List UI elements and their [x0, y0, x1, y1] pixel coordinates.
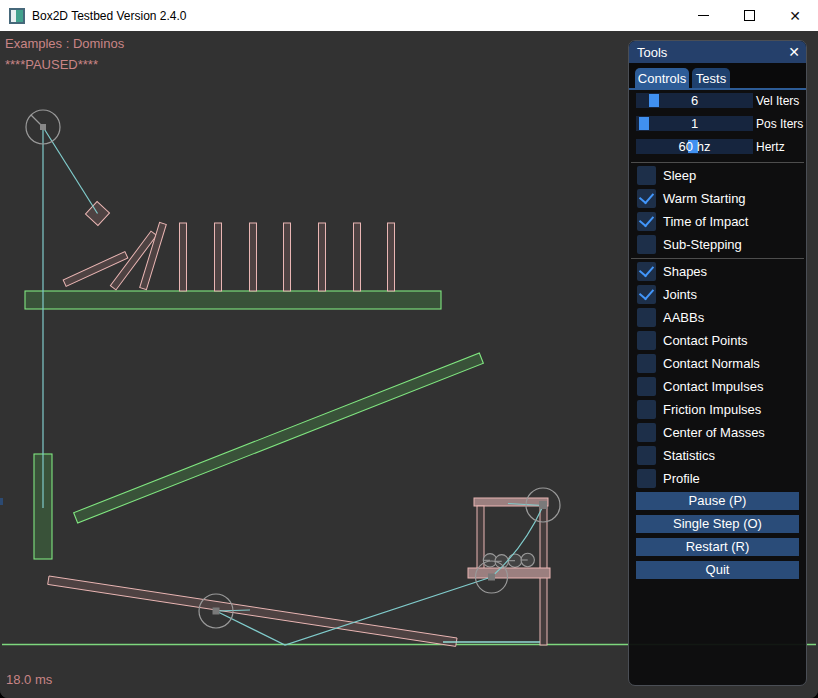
app-icon: [9, 8, 25, 24]
joint-lines: [43, 127, 543, 645]
checkbox-label: Contact Points: [663, 331, 748, 350]
checkbox[interactable]: [637, 354, 656, 373]
separator: [631, 162, 804, 163]
check-icon: [639, 189, 654, 205]
window-titlebar: Box2D Testbed Version 2.4.0 ✕: [0, 0, 818, 31]
checkbox-label: Joints: [663, 285, 697, 304]
checkbox[interactable]: [637, 235, 656, 254]
separator: [631, 258, 804, 259]
checkbox-label: Profile: [663, 469, 700, 488]
checkbox[interactable]: [637, 166, 656, 185]
checkbox[interactable]: [637, 262, 656, 281]
window-title: Box2D Testbed Version 2.4.0: [32, 9, 187, 23]
checkbox[interactable]: [637, 423, 656, 442]
checkbox[interactable]: [637, 377, 656, 396]
window-edge-mark: [0, 498, 3, 505]
slider-label: Vel Iters: [756, 93, 799, 109]
checkbox[interactable]: [637, 212, 656, 231]
maximize-icon: [744, 10, 755, 21]
example-label: Examples : Dominos: [5, 36, 124, 51]
checkbox-label: Statistics: [663, 446, 715, 465]
checkbox-label: Friction Impulses: [663, 400, 761, 419]
tools-tabs: Controls Tests: [629, 63, 806, 90]
dominos-standing: [180, 223, 395, 291]
maximize-button[interactable]: [726, 0, 772, 31]
tools-close-icon[interactable]: ✕: [788, 44, 800, 60]
button-pause-p[interactable]: Pause (P): [636, 492, 799, 510]
checkbox-label: Contact Normals: [663, 354, 760, 373]
minimize-icon: [698, 15, 709, 16]
slider-pos-iters[interactable]: 1: [636, 116, 753, 131]
checkbox-label: Sub-Stepping: [663, 235, 742, 254]
dominos-falling: [63, 222, 166, 289]
button-restart-r[interactable]: Restart (R): [636, 538, 799, 556]
checkbox-label: Warm Starting: [663, 189, 746, 208]
checkbox-label: Time of Impact: [663, 212, 748, 231]
checkbox-label: AABBs: [663, 308, 704, 327]
static-shelf: [25, 291, 441, 309]
tab-controls[interactable]: Controls: [635, 68, 689, 88]
checkbox[interactable]: [637, 308, 656, 327]
frame-time-label: 18.0 ms: [6, 672, 52, 687]
checkbox[interactable]: [637, 189, 656, 208]
tab-tests[interactable]: Tests: [692, 68, 730, 88]
paused-label: ****PAUSED****: [5, 57, 98, 72]
slider-label: Hertz: [756, 139, 785, 155]
slider-label: Pos Iters: [756, 116, 803, 132]
green-plank: [74, 353, 484, 523]
tools-panel-titlebar[interactable]: Tools ✕: [629, 41, 806, 63]
checkbox[interactable]: [637, 446, 656, 465]
salmon-plank: [48, 576, 457, 646]
app-window: Box2D Testbed Version 2.4.0 ✕: [0, 0, 818, 698]
checkbox[interactable]: [637, 331, 656, 350]
checkbox-label: Shapes: [663, 262, 707, 281]
checkbox[interactable]: [637, 285, 656, 304]
slider-value: 6: [636, 93, 753, 108]
button-single-step-o[interactable]: Single Step (O): [636, 515, 799, 533]
tools-panel-title: Tools: [637, 45, 667, 60]
simulation-canvas[interactable]: Examples : Dominos ****PAUSED**** 18.0 m…: [0, 31, 818, 698]
tools-panel: Tools ✕ Controls Tests 6Vel Iters1Pos It…: [628, 40, 807, 686]
check-icon: [639, 212, 654, 228]
checkbox-label: Center of Masses: [663, 423, 765, 442]
checkbox-label: Contact Impulses: [663, 377, 763, 396]
slider-vel-iters[interactable]: 6: [636, 93, 753, 108]
check-icon: [639, 262, 654, 278]
checkbox[interactable]: [637, 469, 656, 488]
minimize-button[interactable]: [680, 0, 726, 31]
ball-table: [468, 498, 550, 645]
slider-value: 60 hz: [636, 139, 753, 154]
tab-underline: [629, 88, 806, 90]
check-icon: [639, 285, 654, 301]
button-quit[interactable]: Quit: [636, 561, 799, 579]
checkbox[interactable]: [637, 400, 656, 419]
checkbox-label: Sleep: [663, 166, 696, 185]
slider-hertz[interactable]: 60 hz: [636, 139, 753, 154]
slider-value: 1: [636, 116, 753, 131]
close-icon: ✕: [789, 9, 801, 23]
close-button[interactable]: ✕: [772, 0, 818, 31]
